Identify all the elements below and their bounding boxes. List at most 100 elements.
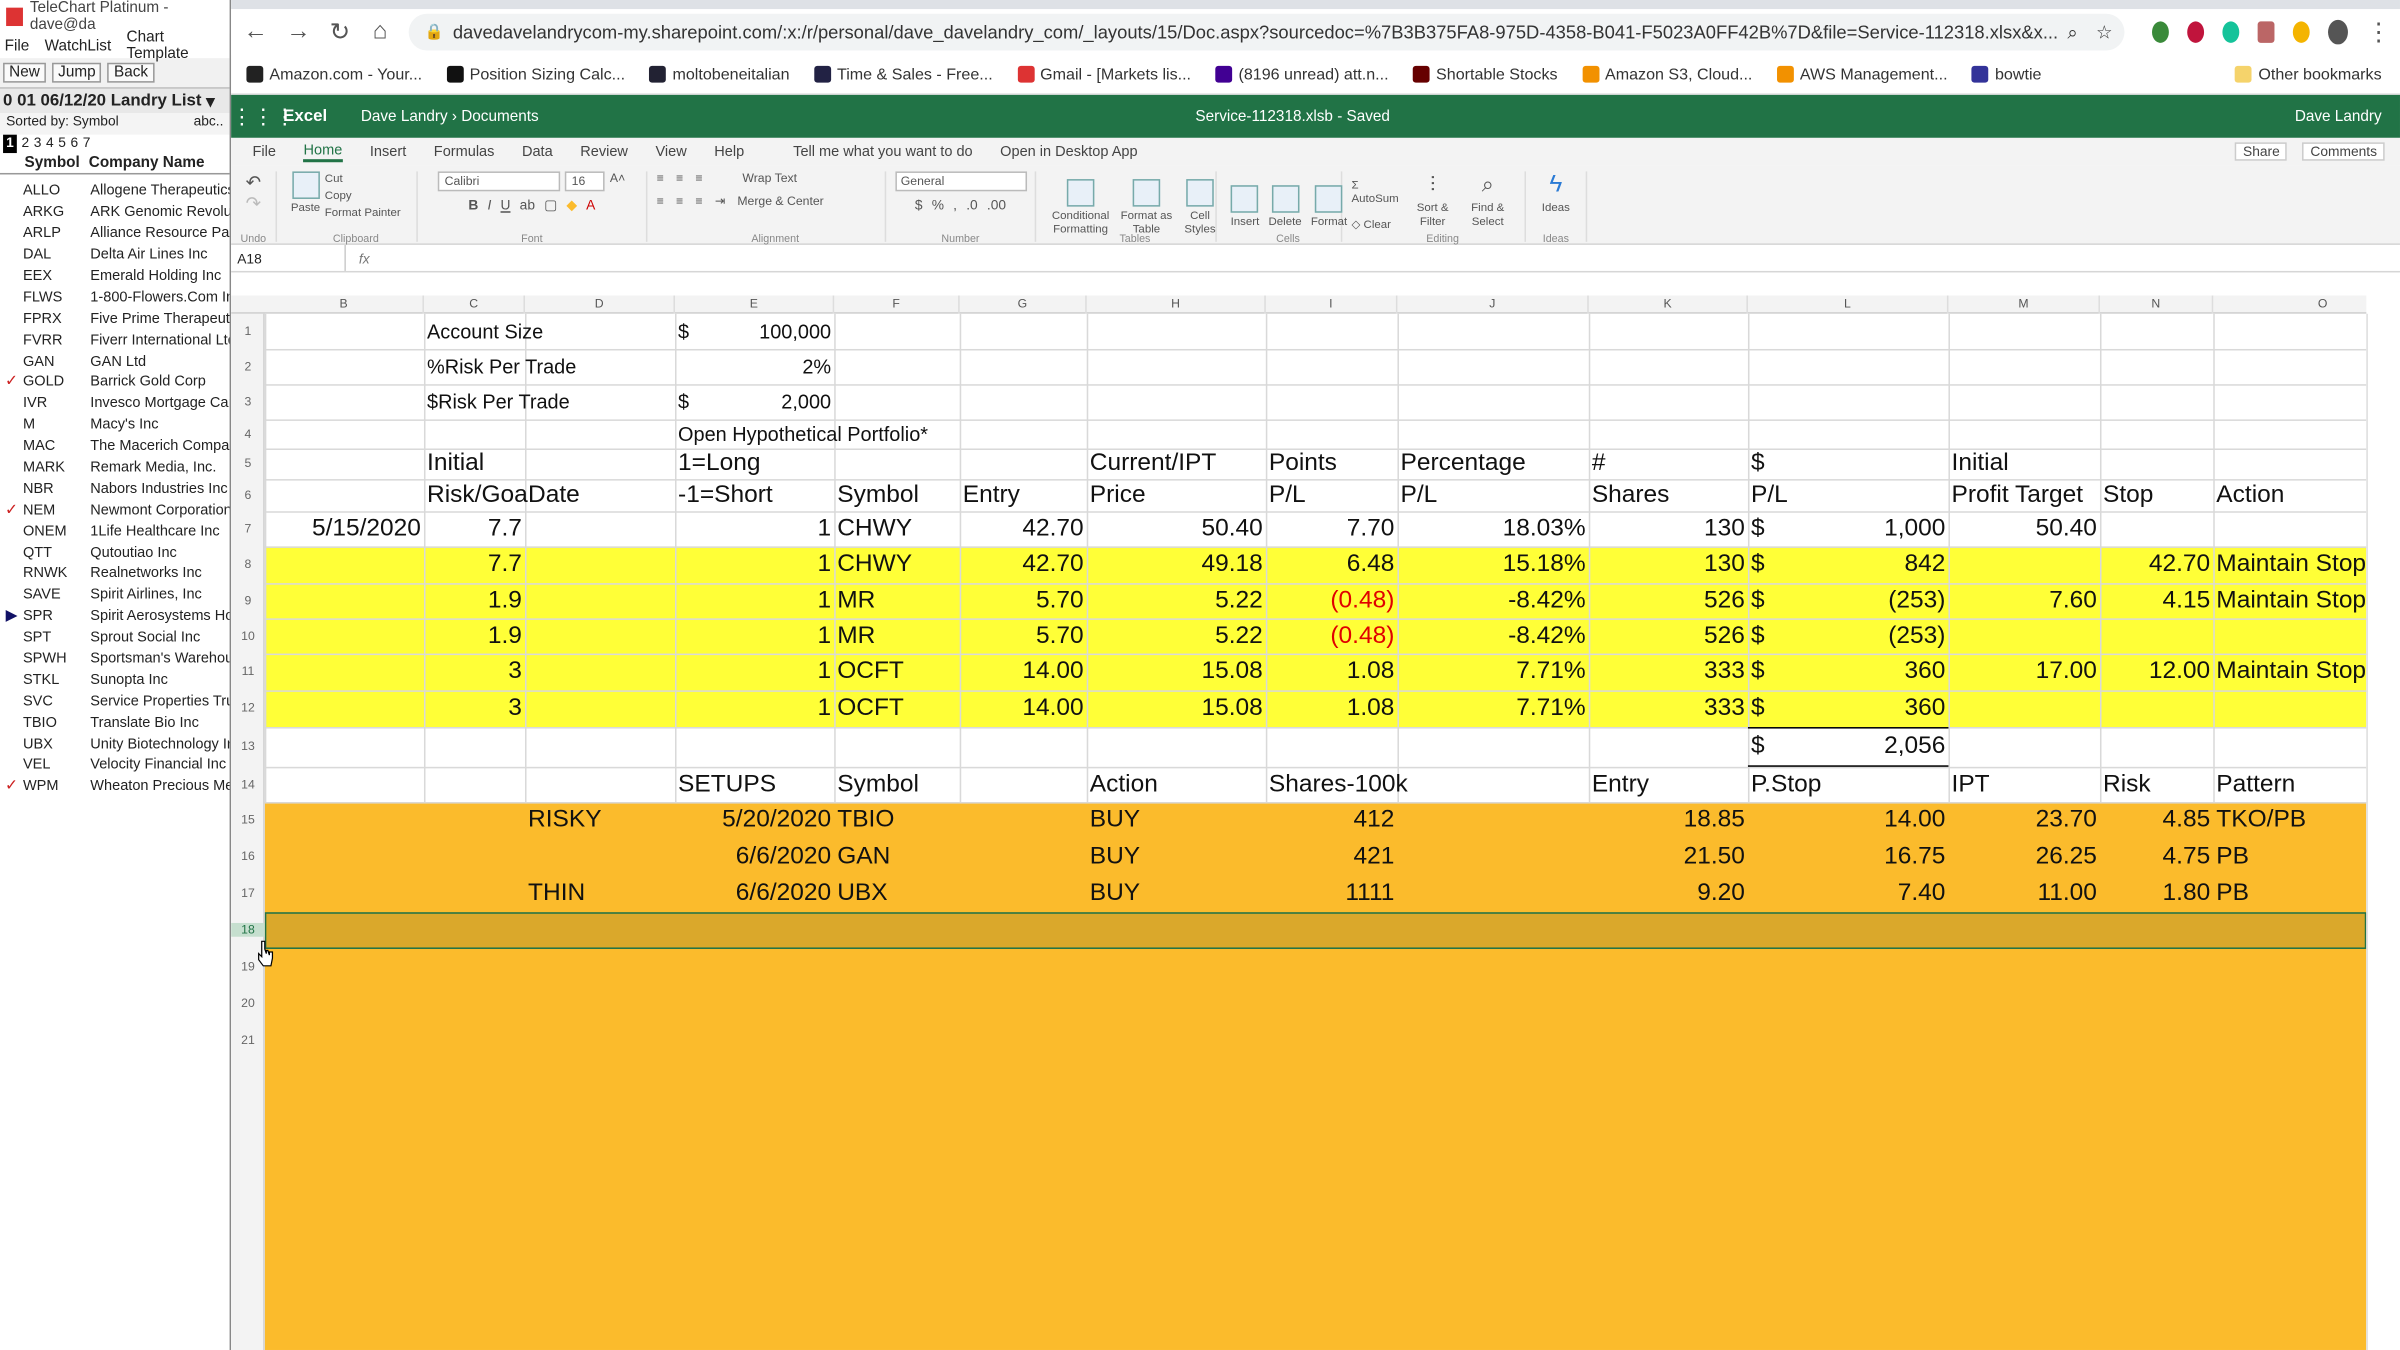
header-setup-risk[interactable]: Risk <box>2103 768 2210 802</box>
tab-6[interactable]: 6 <box>71 135 79 153</box>
header-price[interactable]: Price <box>1090 478 1263 512</box>
row-header-7[interactable]: 7 <box>231 521 265 535</box>
watchlist-row[interactable]: GAN GAN Ltd <box>0 351 230 372</box>
tc-jump-button[interactable]: Jump <box>52 62 102 83</box>
header-setups[interactable]: SETUPS <box>678 768 831 802</box>
cell-styles-button[interactable]: Cell Styles <box>1182 178 1219 235</box>
header-action[interactable]: Action <box>2216 478 2366 512</box>
position-percentage[interactable]: -8.42% <box>1400 619 1586 653</box>
tab-1[interactable]: 1 <box>3 134 17 154</box>
name-box[interactable]: A18 <box>231 244 346 271</box>
setup-entry[interactable]: 9.20 <box>1592 877 1745 911</box>
watchlist-row[interactable]: QTT Qutoutiao Inc <box>0 542 230 563</box>
setup-action[interactable]: BUY <box>1090 840 1263 874</box>
setup-date[interactable]: 6/6/2020 <box>678 877 831 911</box>
position-points[interactable]: 7.70 <box>1269 512 1395 546</box>
position-dollar-pl[interactable]: 1,000 <box>1751 512 1945 546</box>
column-header-c[interactable]: C <box>424 295 525 314</box>
cells-area[interactable]: Account Size $100,000 %Risk Per Trade 2% $Ri… <box>264 313 2367 1350</box>
bookmark-amazon-s3[interactable]: Amazon S3, Cloud... <box>1582 65 1752 83</box>
font-color-icon[interactable]: A <box>586 197 595 214</box>
watchlist-row[interactable]: DAL Delta Air Lines Inc <box>0 244 230 265</box>
position-entry[interactable]: 5.70 <box>963 584 1084 618</box>
header-date[interactable]: Date <box>528 478 672 512</box>
position-shares[interactable]: 333 <box>1592 692 1745 726</box>
position-dollar-pl[interactable]: 360 <box>1751 655 1946 689</box>
position-dollar-pl[interactable]: (253) <box>1751 619 1945 653</box>
tc-menu-file[interactable]: File <box>5 37 30 54</box>
header-dollar-pl[interactable]: P/L <box>1751 478 1945 512</box>
position-risk[interactable]: 7.7 <box>427 512 522 546</box>
position-shares[interactable]: 526 <box>1592 619 1745 653</box>
menu-file[interactable]: File <box>253 143 276 160</box>
row-header-2[interactable]: 2 <box>231 359 265 373</box>
watchlist-row[interactable]: ARKG ARK Genomic Revoluti <box>0 202 230 223</box>
setup-action[interactable]: BUY <box>1090 877 1263 911</box>
watchlist-row[interactable]: MARK Remark Media, Inc. <box>0 457 230 478</box>
sheet-grid[interactable]: BCDEFGHIJKLMNO 1 2 3 4 5 6 7 8 9 10 11 12 13 14 15 16 17… <box>231 295 2400 1350</box>
tc-new-button[interactable]: New <box>3 62 46 83</box>
setup-pstop[interactable]: 14.00 <box>1751 804 1945 838</box>
file-name[interactable]: Service-112318.xlsb - Saved <box>1195 108 1390 125</box>
position-entry[interactable]: 14.00 <box>963 655 1083 689</box>
column-header-n[interactable]: N <box>2100 295 2214 314</box>
col-symbol[interactable]: Symbol <box>0 155 89 172</box>
breadcrumb[interactable]: Dave Landry › Documents <box>361 108 539 125</box>
watchlist-row[interactable]: NBR Nabors Industries Inc <box>0 478 230 499</box>
menu-data[interactable]: Data <box>522 143 553 160</box>
row-header-17[interactable]: 17 <box>231 886 265 900</box>
comma-icon[interactable]: , <box>953 197 957 212</box>
position-symbol[interactable]: MR <box>837 619 956 653</box>
header-initial[interactable]: Initial <box>427 447 522 481</box>
excel-app-name[interactable]: Excel <box>283 107 327 125</box>
tab-7[interactable]: 7 <box>83 135 91 153</box>
paste-button[interactable]: Paste <box>291 171 320 214</box>
fill-color-icon[interactable]: ◆ <box>566 197 577 214</box>
profile-avatar[interactable] <box>2328 19 2348 45</box>
insert-cells-button[interactable]: Insert <box>1231 185 1259 228</box>
watchlist-selector[interactable]: 0 01 06/12/20 Landry List ▾ <box>0 88 230 114</box>
user-name[interactable]: Dave Landry <box>2295 108 2382 125</box>
position-direction[interactable]: 1 <box>678 512 831 546</box>
back-arrow-icon[interactable]: ← <box>243 18 267 46</box>
watchlist-row[interactable]: MAC The Macerich Company <box>0 436 230 457</box>
setup-tag[interactable]: RISKY <box>528 804 672 838</box>
header-stop[interactable]: Stop <box>2103 478 2210 512</box>
position-symbol[interactable]: CHWY <box>837 512 956 546</box>
extension-color-icon[interactable] <box>2293 21 2311 43</box>
header-percentage[interactable]: Percentage <box>1400 447 1585 481</box>
row-header-6[interactable]: 6 <box>231 487 265 501</box>
risk-pct-value[interactable]: 2% <box>678 350 831 384</box>
format-as-table-button[interactable]: Format as Table <box>1120 178 1172 235</box>
setup-risk[interactable]: 1.80 <box>2103 877 2211 911</box>
align-left-icon[interactable]: ≡ <box>657 194 664 208</box>
setup-ipt[interactable]: 23.70 <box>1952 804 2097 838</box>
row-header-10[interactable]: 10 <box>231 628 265 642</box>
watchlist-row[interactable]: SAVE Spirit Airlines, Inc <box>0 585 230 606</box>
position-price[interactable]: 5.22 <box>1090 584 1263 618</box>
col-company[interactable]: Company Name <box>89 155 205 172</box>
position-points[interactable]: 6.48 <box>1269 548 1395 582</box>
setup-symbol[interactable]: GAN <box>837 840 956 874</box>
position-direction[interactable]: 1 <box>678 619 831 653</box>
fx-icon[interactable]: fx <box>346 250 383 265</box>
selected-row-18[interactable] <box>264 912 2367 949</box>
header-setup-shares[interactable]: Shares-100k <box>1269 768 1586 802</box>
menu-insert[interactable]: Insert <box>370 143 406 160</box>
header-profit-target[interactable]: Profit Target <box>1952 478 2097 512</box>
open-desktop-app[interactable]: Open in Desktop App <box>1000 143 1137 160</box>
position-date[interactable]: 5/15/2020 <box>268 512 421 546</box>
position-percentage[interactable]: 7.71% <box>1400 692 1585 726</box>
column-header-b[interactable]: B <box>265 295 424 314</box>
column-header-f[interactable]: F <box>834 295 960 314</box>
position-price[interactable]: 5.22 <box>1090 619 1263 653</box>
setup-shares[interactable]: 421 <box>1269 840 1395 874</box>
align-center-icon[interactable]: ≡ <box>676 194 683 208</box>
column-header-g[interactable]: G <box>960 295 1087 314</box>
watchlist-row[interactable]: SVC Service Properties Trus <box>0 691 230 712</box>
row-header-20[interactable]: 20 <box>231 996 265 1010</box>
row-header-3[interactable]: 3 <box>231 394 265 408</box>
redo-icon[interactable]: ↷ <box>246 193 261 214</box>
header-setup-pstop[interactable]: P.Stop <box>1751 768 1945 802</box>
bookmark-moltobeneitalian[interactable]: moltobeneitalian <box>649 65 790 83</box>
